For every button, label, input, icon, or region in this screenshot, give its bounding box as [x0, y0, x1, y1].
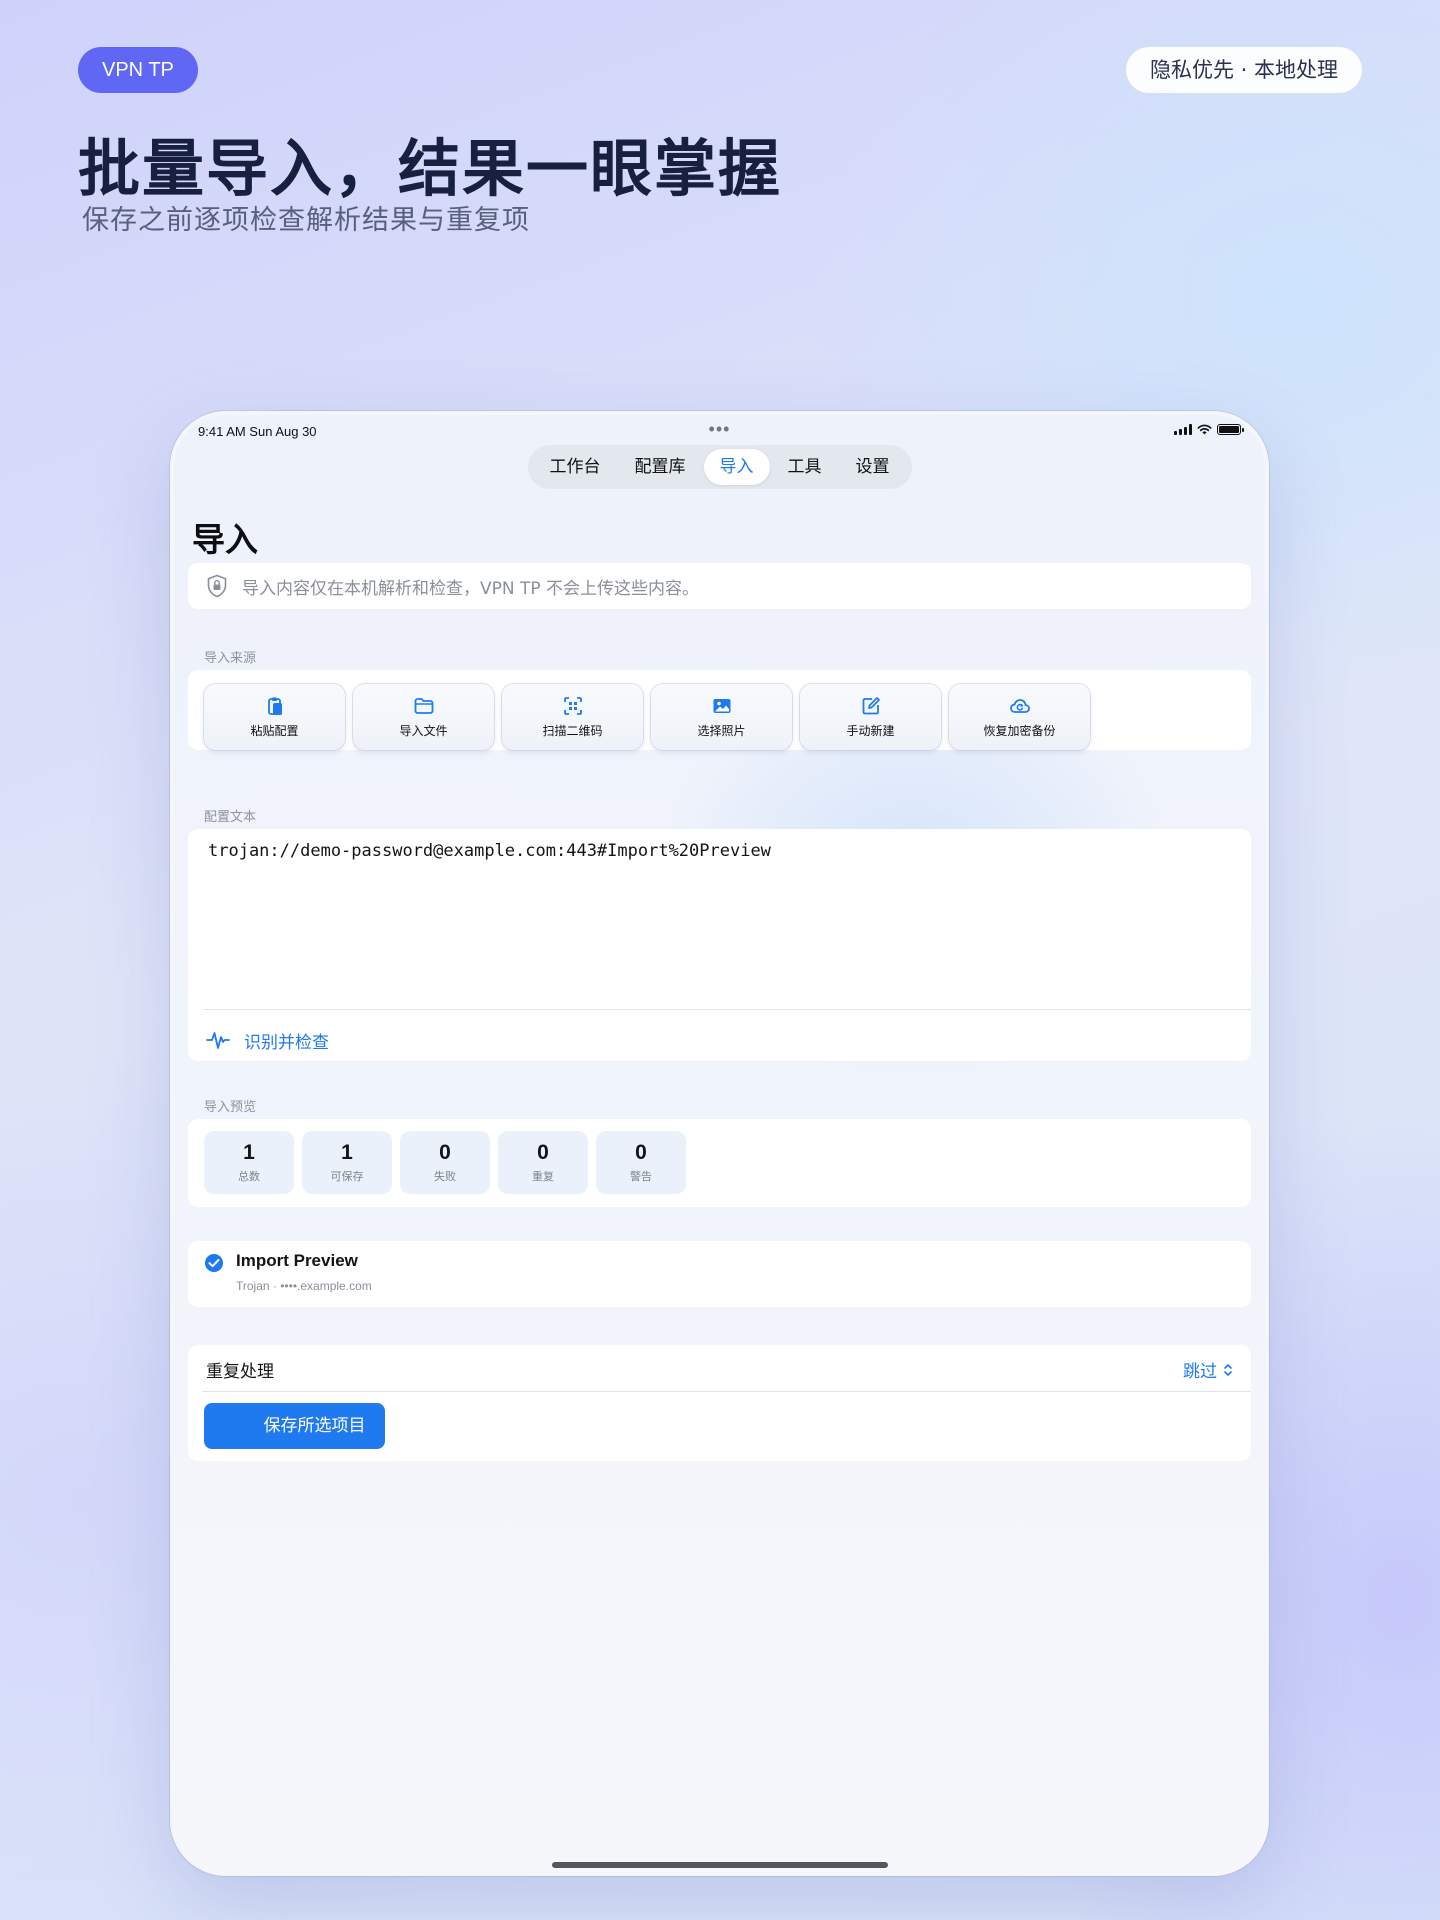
config-text-card: trojan://demo-password@example.com:443#I…: [188, 829, 1251, 1061]
import-file-label: 导入文件: [399, 724, 448, 738]
cloud-restore-icon: [1009, 699, 1030, 713]
stat-label: 总数: [238, 1170, 260, 1183]
import-preview-stats: 1 总数 1 可保存 0 失败 0 重复 0 警告: [188, 1119, 1251, 1207]
stat-label: 失败: [434, 1170, 456, 1183]
choose-photo-label: 选择照片: [697, 724, 746, 738]
duplicate-handling-value: 跳过: [1183, 1362, 1217, 1382]
folder-icon: [414, 698, 433, 714]
stat-value: 0: [635, 1141, 647, 1164]
wifi-icon: [1197, 424, 1212, 435]
config-text-input[interactable]: trojan://demo-password@example.com:443#I…: [208, 841, 771, 861]
config-section-label: 配置文本: [204, 810, 257, 825]
battery-icon: [1217, 424, 1244, 435]
restore-backup-label: 恢复加密备份: [983, 724, 1056, 738]
parse-check-label: 识别并检查: [244, 1032, 329, 1053]
choose-photo-button[interactable]: 选择照片: [651, 684, 792, 750]
import-item-row[interactable]: Import Preview Trojan · ••••.example.com: [188, 1241, 1251, 1307]
preview-section-label: 导入预览: [204, 1100, 257, 1115]
duplicate-handling-card: 重复处理 跳过 保存所选项目: [188, 1345, 1251, 1461]
save-selected-button[interactable]: 保存所选项目: [204, 1403, 385, 1449]
stat-duplicates: 0 重复: [498, 1131, 588, 1194]
waveform-icon: [206, 1032, 230, 1049]
stat-total: 1 总数: [204, 1131, 294, 1194]
brand-badge: VPN TP: [78, 47, 198, 93]
stat-value: 0: [439, 1141, 451, 1164]
tab-import[interactable]: 导入: [703, 449, 770, 485]
tab-settings[interactable]: 设置: [840, 449, 906, 485]
shield-lock-icon: [207, 574, 227, 598]
status-time: 9:41 AM Sun Aug 30: [198, 424, 317, 439]
edit-icon: [862, 697, 880, 715]
privacy-notice: 导入内容仅在本机解析和检查，VPN TP 不会上传这些内容。: [188, 563, 1251, 609]
divider: [202, 1391, 1251, 1392]
paste-config-label: 粘贴配置: [250, 724, 299, 738]
parse-check-button[interactable]: 识别并检查: [206, 1019, 329, 1061]
scan-qr-button[interactable]: 扫描二维码: [502, 684, 643, 750]
checkmark-circle-icon[interactable]: [204, 1253, 224, 1273]
page-title: 导入: [192, 520, 258, 559]
sources-section-label: 导入来源: [204, 651, 257, 666]
stat-label: 可保存: [330, 1170, 364, 1183]
status-bar: 9:41 AM Sun Aug 30 •••: [198, 419, 1244, 441]
item-title: Import Preview: [236, 1251, 358, 1270]
item-subtitle: Trojan · ••••.example.com: [236, 1279, 372, 1293]
stat-failed: 0 失败: [400, 1131, 490, 1194]
duplicate-handling-label: 重复处理: [206, 1362, 274, 1382]
stat-value: 0: [537, 1141, 549, 1164]
import-sources: 粘贴配置 导入文件 扫描二维码 选择照片 手动新建 恢复加密备份: [188, 670, 1251, 750]
stat-value: 1: [243, 1141, 255, 1164]
paste-config-button[interactable]: 粘贴配置: [204, 684, 345, 750]
tab-config-library[interactable]: 配置库: [619, 449, 702, 485]
manual-create-label: 手动新建: [846, 724, 895, 738]
stat-warnings: 0 警告: [596, 1131, 686, 1194]
tab-workbench[interactable]: 工作台: [534, 449, 617, 485]
cellular-signal-icon: [1174, 424, 1192, 435]
photo-icon: [713, 699, 730, 713]
manual-create-button[interactable]: 手动新建: [800, 684, 941, 750]
tablet-frame: 9:41 AM Sun Aug 30 ••• 工作台 配置库 导入 工具 设置 …: [170, 411, 1269, 1876]
privacy-badge: 隐私优先 · 本地处理: [1125, 47, 1362, 93]
tab-tools[interactable]: 工具: [772, 449, 838, 485]
qr-scan-icon: [563, 697, 582, 715]
home-indicator: [551, 1862, 888, 1868]
status-icons: [1174, 424, 1244, 435]
multitasking-dots-icon[interactable]: •••: [709, 419, 731, 440]
chevron-up-down-icon: [1224, 1363, 1232, 1376]
import-file-button[interactable]: 导入文件: [353, 684, 494, 750]
scan-qr-label: 扫描二维码: [542, 724, 603, 738]
headline: 批量导入，结果一眼掌握: [78, 132, 783, 205]
privacy-notice-text: 导入内容仅在本机解析和检查，VPN TP 不会上传这些内容。: [242, 578, 700, 599]
stat-label: 重复: [532, 1170, 554, 1183]
divider: [204, 1009, 1251, 1010]
tab-bar: 工作台 配置库 导入 工具 设置: [527, 445, 912, 489]
clipboard-icon: [267, 697, 282, 715]
stat-label: 警告: [630, 1170, 652, 1183]
restore-backup-button[interactable]: 恢复加密备份: [949, 684, 1090, 750]
subheadline: 保存之前逐项检查解析结果与重复项: [82, 205, 530, 236]
duplicate-handling-picker[interactable]: 跳过: [1183, 1357, 1233, 1382]
stat-savable: 1 可保存: [302, 1131, 392, 1194]
stat-value: 1: [341, 1141, 353, 1164]
